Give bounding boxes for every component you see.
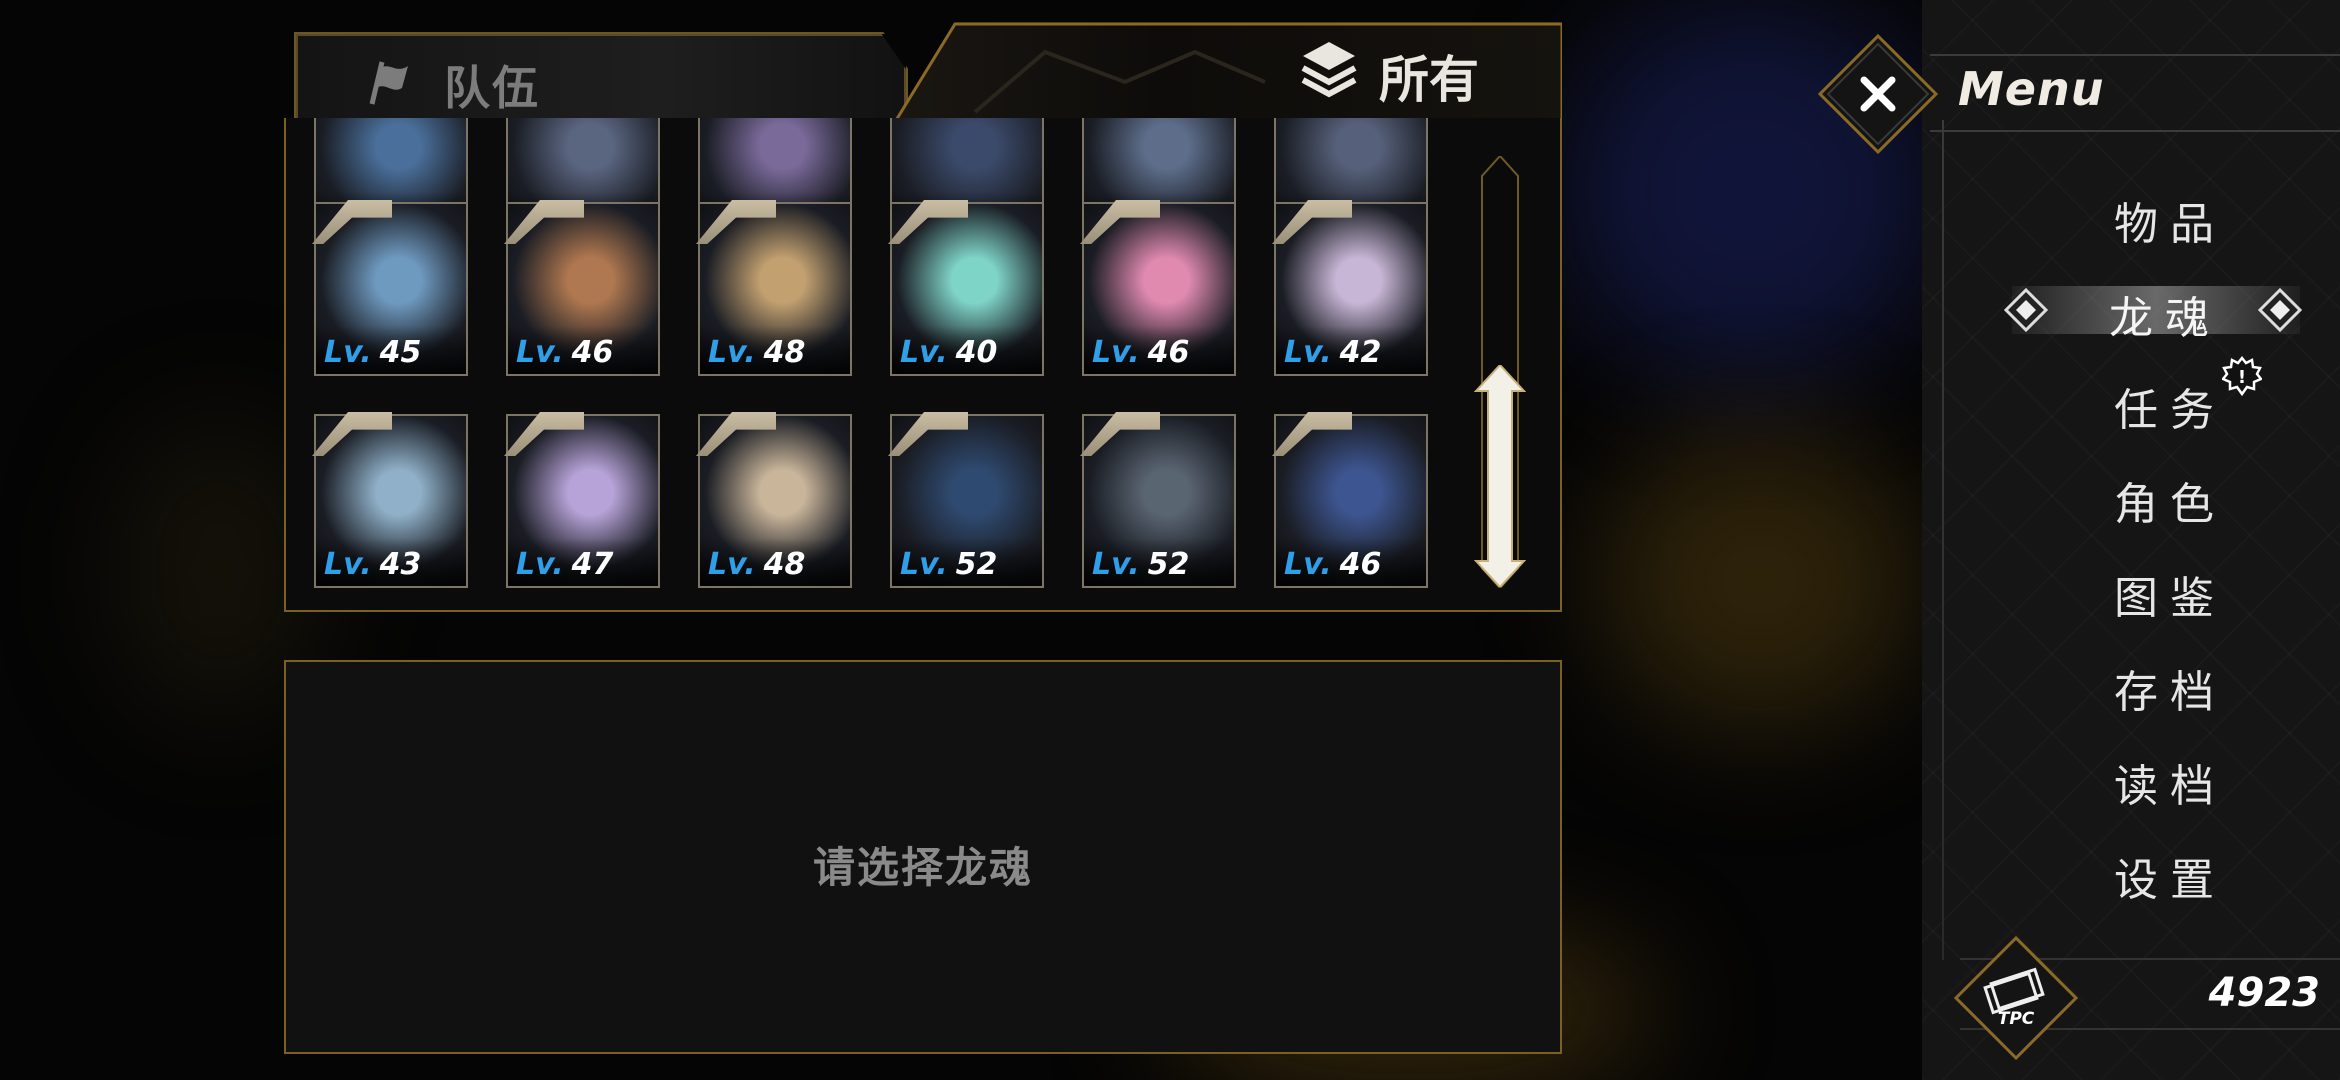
- select-dragon-prompt: 请选择龙魂: [812, 843, 1033, 892]
- dragon-level: Lv. 48: [708, 335, 805, 370]
- currency-amount: 4923: [2208, 970, 2320, 1016]
- menu-item-1[interactable]: 龙魂: [2040, 282, 2290, 346]
- tab-all[interactable]: 所有: [895, 22, 1562, 122]
- dragon-grid[interactable]: Lv.41Lv.43Lv.32Lv.38Lv.43Lv.38Lv.45Lv.46…: [300, 118, 1440, 594]
- dragon-level: Lv. 46: [1092, 335, 1189, 370]
- menu-item-5[interactable]: 存档: [2100, 656, 2330, 720]
- dragon-level: Lv.43: [324, 547, 421, 582]
- dragon-card[interactable]: Lv. 42: [1272, 200, 1428, 376]
- level-value: 46: [1147, 335, 1190, 370]
- scrollbar-thumb[interactable]: [1474, 365, 1526, 587]
- menu-item-7[interactable]: 设置: [2100, 844, 2330, 908]
- dragon-card[interactable]: Lv. 48: [696, 200, 852, 376]
- dragon-level: Lv. 46: [516, 335, 613, 370]
- dragon-card[interactable]: Lv. 46: [1080, 200, 1236, 376]
- level-prefix: Lv.: [516, 335, 564, 370]
- dragon-level: Lv. 42: [1284, 335, 1381, 370]
- dragon-card[interactable]: Lv. 52: [888, 412, 1044, 588]
- level-value: 45: [379, 335, 422, 370]
- level-value: 42: [1339, 335, 1382, 370]
- level-prefix: Lv.: [516, 547, 564, 582]
- level-prefix: Lv.: [324, 547, 372, 582]
- level-prefix: Lv.: [1092, 335, 1140, 370]
- level-prefix: Lv.: [1092, 547, 1140, 582]
- dragon-card[interactable]: Lv. 45: [312, 200, 468, 376]
- menu-item-3[interactable]: 角色: [2100, 468, 2330, 532]
- level-value: 48: [763, 547, 806, 582]
- dragon-card[interactable]: Lv. 48: [696, 412, 852, 588]
- dragon-level: Lv. 45: [324, 335, 421, 370]
- tab-team[interactable]: 队伍: [296, 34, 906, 122]
- menu-item-2[interactable]: 任务: [2100, 374, 2330, 438]
- level-prefix: Lv.: [324, 335, 372, 370]
- layers-icon: [1301, 42, 1357, 98]
- level-value: 47: [571, 547, 614, 582]
- dragon-card[interactable]: Lv. 46: [1272, 412, 1428, 588]
- level-prefix: Lv.: [708, 547, 756, 582]
- close-button[interactable]: [1818, 34, 1938, 154]
- level-prefix: Lv.: [900, 547, 948, 582]
- level-prefix: Lv.: [900, 335, 948, 370]
- level-value: 46: [1339, 547, 1382, 582]
- menu-item-6[interactable]: 读档: [2100, 750, 2330, 814]
- tab-all-label: 所有: [1379, 51, 1479, 109]
- dragon-level: Lv. 48: [708, 547, 805, 582]
- dragon-card[interactable]: Lv. 52: [1080, 412, 1236, 588]
- dragon-level: Lv. 52: [1092, 547, 1189, 582]
- tpc-currency-icon: TPC: [1954, 936, 2078, 1060]
- dragon-level: Lv. 52: [900, 547, 997, 582]
- level-prefix: Lv.: [1284, 335, 1332, 370]
- level-value: 48: [763, 335, 806, 370]
- dragon-detail-panel: 请选择龙魂: [284, 660, 1562, 1054]
- level-value: 43: [379, 547, 422, 582]
- tab-team-label: 队伍: [444, 61, 540, 115]
- level-value: 52: [955, 547, 998, 582]
- level-prefix: Lv.: [708, 335, 756, 370]
- alert-badge-icon: !: [2222, 356, 2262, 396]
- menu-divider: [1942, 120, 1944, 960]
- flag-icon: [369, 61, 408, 105]
- dragon-level: Lv. 40: [900, 335, 997, 370]
- level-value: 52: [1147, 547, 1190, 582]
- menu-panel: [1922, 0, 2340, 1080]
- dragon-card[interactable]: Lv.43: [312, 412, 468, 588]
- dragon-level: Lv. 46: [1284, 547, 1381, 582]
- menu-item-4[interactable]: 图鉴: [2100, 562, 2330, 626]
- level-prefix: Lv.: [1284, 547, 1332, 582]
- dragon-level: Lv. 47: [516, 547, 613, 582]
- dragon-card[interactable]: Lv. 47: [504, 412, 660, 588]
- tab-bar: 队伍 所有: [290, 22, 1562, 124]
- level-value: 40: [955, 335, 998, 370]
- dragon-card[interactable]: Lv. 46: [504, 200, 660, 376]
- dragon-card[interactable]: Lv. 40: [888, 200, 1044, 376]
- menu-item-0[interactable]: 物品: [2100, 188, 2330, 252]
- level-value: 46: [571, 335, 614, 370]
- svg-text:!: !: [2238, 367, 2246, 388]
- menu-title: Menu: [1958, 62, 2105, 116]
- svg-text:TPC: TPC: [1998, 1009, 2035, 1029]
